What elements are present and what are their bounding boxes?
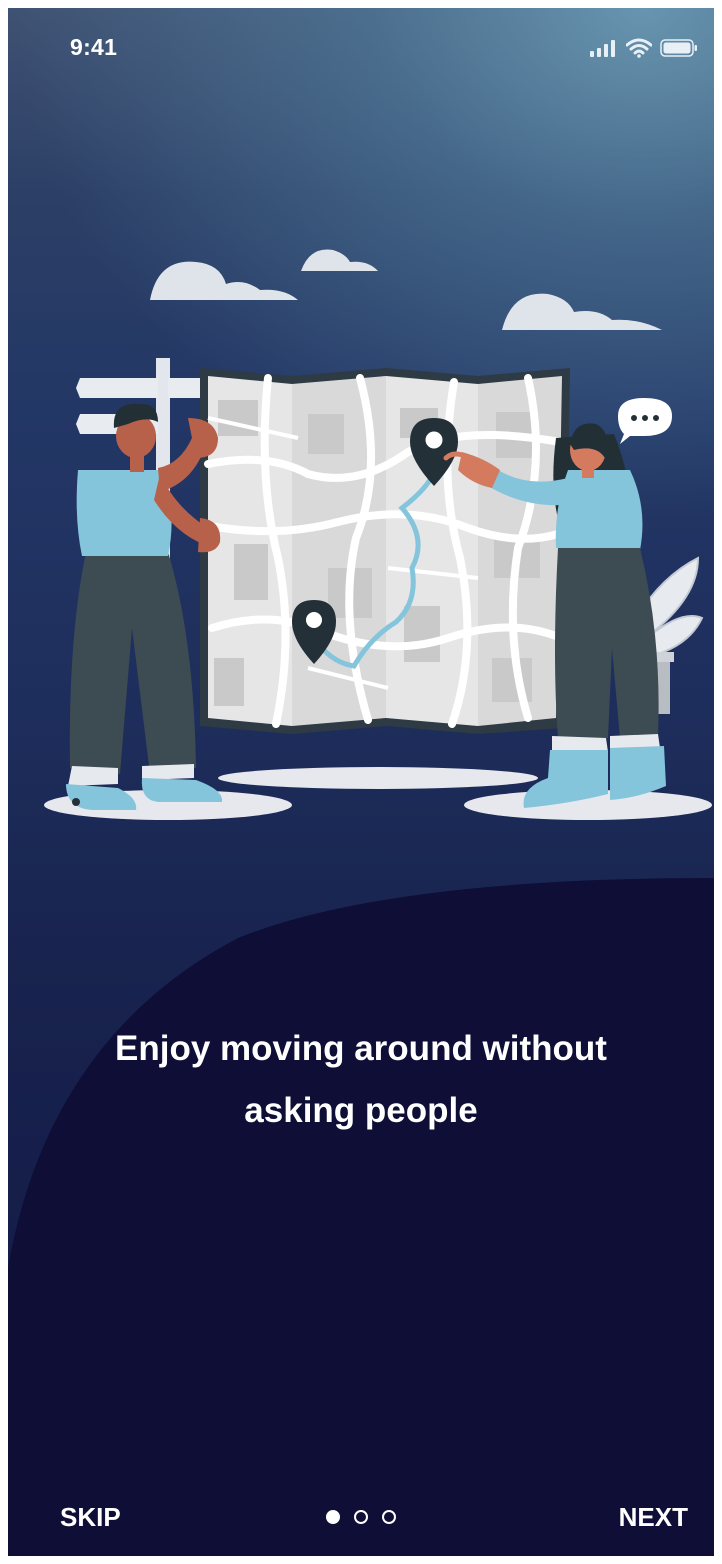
page-dot[interactable] [382, 1510, 396, 1524]
ground-shadow [218, 767, 538, 789]
skip-button[interactable]: SKIP [60, 1502, 121, 1533]
page-dot[interactable] [354, 1510, 368, 1524]
headline-line: Enjoy moving around without [115, 1029, 607, 1068]
bottom-panel [8, 878, 714, 1556]
status-time: 9:41 [70, 34, 118, 60]
city-map [200, 368, 570, 734]
page-indicator [326, 1510, 396, 1524]
map-illustration [44, 249, 712, 820]
status-bar: 9:41 [8, 8, 714, 88]
page-dot-active[interactable] [326, 1510, 340, 1524]
onboarding-screen: 9:41 Enjoy moving around without asking … [8, 8, 714, 1556]
headline-line: asking people [244, 1091, 478, 1130]
man-figure [66, 403, 223, 810]
onboarding-footer: SKIP NEXT [8, 1496, 714, 1540]
wifi-icon [626, 38, 652, 58]
status-icons [590, 36, 698, 60]
speech-bubble-icon [618, 398, 672, 444]
next-button[interactable]: NEXT [619, 1502, 688, 1533]
battery-icon [660, 39, 697, 57]
onboarding-headline: Enjoy moving around without asking peopl… [68, 1018, 654, 1142]
cellular-signal-icon [590, 40, 615, 57]
cloud-icon [150, 249, 662, 330]
